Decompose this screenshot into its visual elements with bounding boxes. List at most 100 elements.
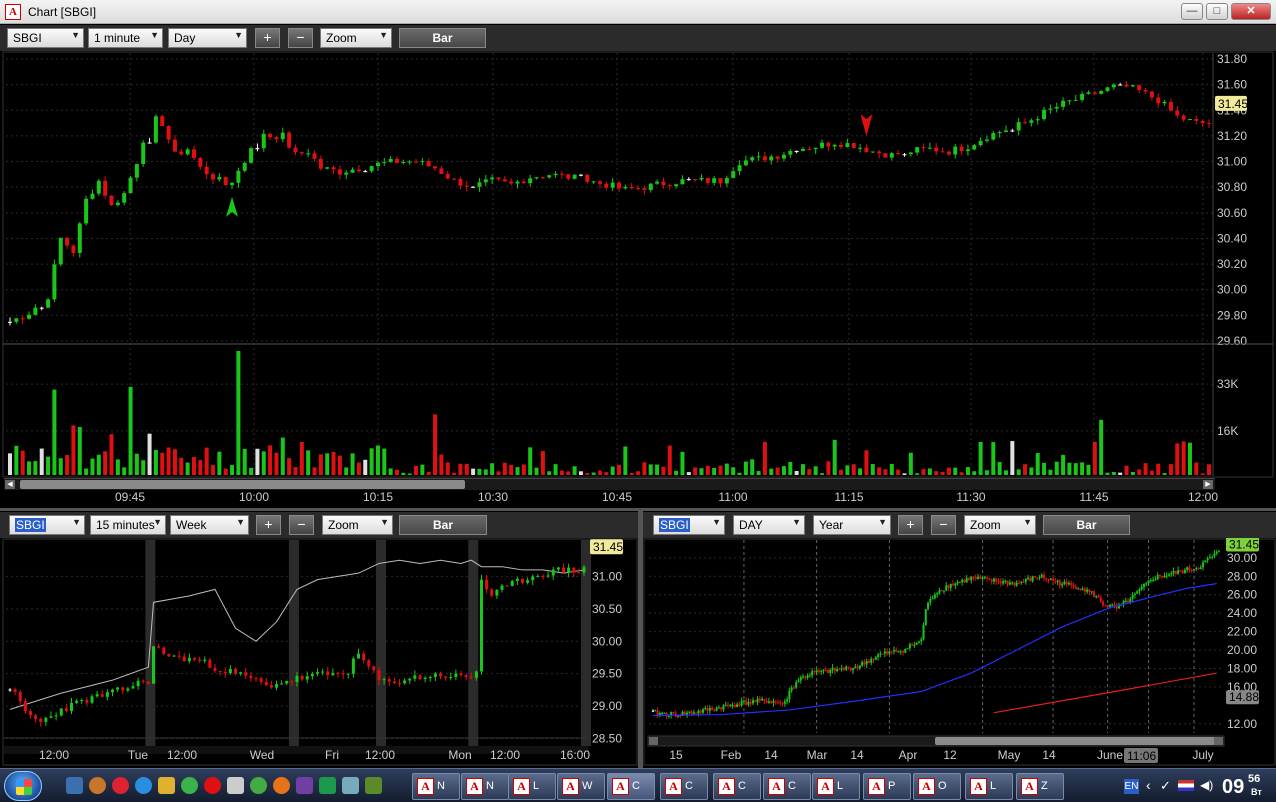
opera-icon[interactable] xyxy=(204,777,221,794)
week-symbol-dropdown[interactable]: SBGI ▼ xyxy=(9,515,85,535)
clock-hours[interactable]: 09 xyxy=(1222,776,1244,799)
internet-explorer-icon[interactable] xyxy=(135,777,152,794)
x-tick-label: 14 xyxy=(764,748,778,762)
taskbar-window-button[interactable]: AN xyxy=(412,773,460,800)
volume-bar xyxy=(528,447,533,475)
volume-icon[interactable]: ◀) xyxy=(1200,778,1213,792)
volume-bar xyxy=(217,451,222,475)
scrollbar-thumb[interactable] xyxy=(20,480,465,489)
week-interval-dropdown[interactable]: 15 minutes ▼ xyxy=(90,515,166,535)
zoom-out-button[interactable]: − xyxy=(288,28,313,48)
media-icon[interactable] xyxy=(296,777,313,794)
x-tick-label: Apr xyxy=(899,748,918,762)
week-bar-style-button[interactable]: Bar xyxy=(399,515,487,535)
volume-bar xyxy=(743,461,748,475)
year-bar-style-button[interactable]: Bar xyxy=(1043,515,1130,535)
intraday-candle xyxy=(680,179,685,185)
week-chart[interactable]: 31.00 30.50 30.00 29.50 29.00 28.50 31.45 12:00… xyxy=(0,538,638,768)
volume-bar xyxy=(699,468,704,475)
year-candle xyxy=(1208,557,1211,559)
year-candle xyxy=(1033,576,1036,578)
taskbar-window-button[interactable]: AL xyxy=(965,773,1013,800)
intraday-candle xyxy=(636,188,641,190)
intraday-candle xyxy=(191,149,196,158)
chrome-icon[interactable] xyxy=(250,777,267,794)
zoom-dropdown[interactable]: Zoom ▼ xyxy=(320,28,392,48)
tray-expand-icon[interactable]: ‹ xyxy=(1146,777,1151,793)
volume-bar xyxy=(65,455,70,475)
range-dropdown[interactable]: Day ▼ xyxy=(168,28,247,48)
taskbar-window-button[interactable]: AL xyxy=(812,773,860,800)
settings-icon[interactable] xyxy=(89,777,106,794)
firefox-icon[interactable] xyxy=(273,777,290,794)
icq-icon[interactable] xyxy=(181,777,198,794)
week-candle xyxy=(100,694,104,697)
year-candle xyxy=(1165,575,1168,577)
scroll-left-icon[interactable]: ◀ xyxy=(5,480,15,489)
year-zoom-dropdown[interactable]: Zoom ▼ xyxy=(964,515,1036,535)
messenger-icon[interactable] xyxy=(158,777,175,794)
search-icon[interactable] xyxy=(342,777,359,794)
year-range-dropdown[interactable]: Year ▼ xyxy=(813,515,891,535)
year-candle xyxy=(1142,584,1145,587)
language-indicator[interactable]: EN xyxy=(1124,779,1139,794)
intraday-candle xyxy=(858,147,863,149)
year-zoom-out-button[interactable]: − xyxy=(931,515,956,535)
taskbar-window-button[interactable]: AW xyxy=(557,773,605,800)
bar-style-button[interactable]: Bar xyxy=(399,28,486,48)
y-tick-label: 12.00 xyxy=(1227,717,1257,731)
show-desktop-icon[interactable] xyxy=(66,777,83,794)
symbol-dropdown[interactable]: SBGI ▼ xyxy=(7,28,84,48)
week-zoom-out-button[interactable]: − xyxy=(289,515,314,535)
taskbar-window-button[interactable]: AC xyxy=(660,773,708,800)
price-badge: 31.45 xyxy=(1215,95,1248,111)
year-chart[interactable]: 30.0028.0026.0024.0022.0020.0018.0016.00… xyxy=(643,538,1276,768)
taskbar-window-button[interactable]: AC xyxy=(607,773,655,800)
maximize-button[interactable]: □ xyxy=(1206,3,1228,20)
taskbar-window-button[interactable]: AC xyxy=(763,773,811,800)
intraday-candle xyxy=(71,245,76,253)
intraday-chart[interactable]: 31.8031.6031.4031.2031.0030.8030.6030.40… xyxy=(0,51,1276,479)
scroll-right-icon[interactable]: ▶ xyxy=(1203,480,1213,489)
interval-dropdown[interactable]: 1 minute ▼ xyxy=(88,28,163,48)
year-symbol-dropdown[interactable]: SBGI ▼ xyxy=(653,515,725,535)
browser-icon[interactable] xyxy=(112,777,129,794)
year-candle xyxy=(706,708,709,711)
intraday-candle xyxy=(439,168,444,175)
taskbar-window-button[interactable]: AL xyxy=(508,773,556,800)
flag-icon[interactable] xyxy=(1178,780,1194,791)
calculator-icon[interactable] xyxy=(227,777,244,794)
week-candle xyxy=(418,675,422,680)
taskbar-window-button[interactable]: AP xyxy=(863,773,911,800)
week-zoom-in-button[interactable]: + xyxy=(256,515,281,535)
taskbar-window-button[interactable]: AN xyxy=(461,773,509,800)
close-button[interactable]: ✕ xyxy=(1231,3,1271,20)
volume-bar xyxy=(115,459,120,475)
top-scrollbar[interactable]: ◀ ▶ xyxy=(4,478,1215,490)
volume-bar xyxy=(490,463,495,475)
taskbar-window-button[interactable]: AC xyxy=(713,773,761,800)
week-range-dropdown[interactable]: Week ▼ xyxy=(170,515,249,535)
year-candle xyxy=(867,661,870,663)
year-candle xyxy=(715,707,718,711)
minimize-button[interactable]: — xyxy=(1181,3,1203,20)
taskbar-window-button[interactable]: AO xyxy=(913,773,961,800)
year-candle xyxy=(1195,568,1198,570)
zoom-in-button[interactable]: + xyxy=(255,28,280,48)
phone-icon[interactable] xyxy=(319,777,336,794)
intraday-candle xyxy=(813,147,818,150)
volume-bar xyxy=(433,414,438,475)
year-candle xyxy=(1154,579,1157,581)
title-bar[interactable]: A Chart [SBGI] — □ ✕ xyxy=(0,0,1276,24)
year-zoom-in-button[interactable]: + xyxy=(898,515,923,535)
taskbar-window-button[interactable]: AZ xyxy=(1016,773,1064,800)
x-tick-label: 12:00 xyxy=(1188,490,1218,504)
intraday-candle xyxy=(667,185,672,187)
network-icon[interactable]: ✓ xyxy=(1160,778,1171,794)
start-button[interactable] xyxy=(4,771,42,801)
week-zoom-dropdown[interactable]: Zoom ▼ xyxy=(322,515,393,535)
taskbar-window-label: N xyxy=(437,780,445,792)
game-icon[interactable] xyxy=(365,777,382,794)
intraday-candle xyxy=(1010,130,1015,132)
year-interval-dropdown[interactable]: DAY ▼ xyxy=(733,515,805,535)
